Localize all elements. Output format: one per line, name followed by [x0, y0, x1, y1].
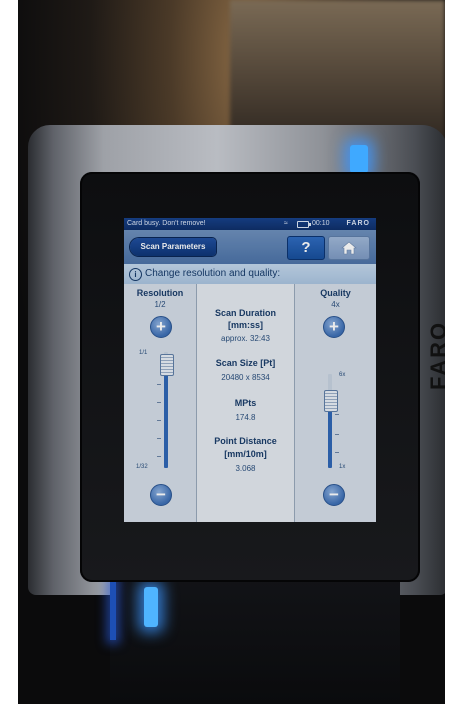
- scan-size-label: Scan Size [Pt]: [215, 358, 276, 368]
- home-icon: [341, 241, 357, 255]
- resolution-decrease-button[interactable]: −: [150, 484, 172, 506]
- status-led-bottom: [144, 587, 158, 627]
- quality-slider-thumb[interactable]: [324, 390, 338, 412]
- resolution-value: 1/2: [154, 300, 166, 309]
- resolution-title: Resolution: [136, 288, 184, 298]
- resolution-tick: [157, 420, 161, 421]
- quality-panel: Quality 4x + 6x 1x −: [295, 284, 376, 522]
- quality-value: 4x: [331, 300, 340, 309]
- quality-tick: [335, 434, 339, 435]
- point-distance-unit: [mm/10m]: [224, 449, 267, 459]
- quality-min-label: 1x: [339, 464, 346, 470]
- mpts-label: MPts: [234, 398, 257, 408]
- quality-increase-button[interactable]: +: [323, 316, 345, 338]
- status-time: 00:10: [312, 220, 330, 227]
- scan-info-panel: Scan Duration [mm:ss] approx. 32:43 Scan…: [197, 284, 295, 522]
- resolution-tick: [157, 402, 161, 403]
- status-bar: Card busy. Don't remove! ≈ 00:10 FARO: [124, 218, 376, 230]
- quality-decrease-button[interactable]: −: [323, 484, 345, 506]
- scan-duration-unit: [mm:ss]: [227, 320, 263, 330]
- info-icon: i: [129, 268, 142, 281]
- scan-duration-value: approx. 32:43: [221, 334, 270, 343]
- scan-duration-label: Scan Duration: [214, 308, 276, 318]
- resolution-increase-button[interactable]: +: [150, 316, 172, 338]
- status-led-top: [350, 145, 368, 173]
- point-distance-value: 3.068: [235, 464, 256, 473]
- info-text: Change resolution and quality:: [145, 268, 281, 279]
- photo-background: FARO Card busy. Don't remove! ≈ 00:10 FA…: [0, 0, 449, 704]
- resolution-tick: [157, 438, 161, 439]
- image-border-right: [445, 0, 449, 704]
- faro-logo-text: FARO: [426, 320, 449, 390]
- resolution-min-label: 1/32: [136, 464, 148, 470]
- point-distance-label: Point Distance: [214, 436, 277, 446]
- quality-title: Quality: [320, 288, 351, 298]
- scan-size-value: 20480 x 8534: [221, 373, 270, 382]
- resolution-slider-thumb[interactable]: [160, 354, 174, 376]
- resolution-max-label: 1/1: [139, 350, 148, 356]
- quality-max-label: 6x: [339, 372, 346, 378]
- quality-tick: [335, 414, 339, 415]
- scan-parameters-back-button[interactable]: Scan Parameters: [130, 238, 216, 256]
- status-message: Card busy. Don't remove!: [127, 220, 206, 227]
- quality-tick: [335, 452, 339, 453]
- wifi-icon: ≈: [284, 220, 288, 227]
- resolution-slider-track[interactable]: [164, 364, 168, 468]
- resolution-panel: Resolution 1/2 + 1/1 1/32 −: [124, 284, 197, 522]
- toolbar: Scan Parameters ?: [124, 230, 376, 264]
- touch-screen: Card busy. Don't remove! ≈ 00:10 FARO Sc…: [124, 218, 376, 522]
- battery-icon: [297, 221, 311, 228]
- help-button[interactable]: ?: [287, 236, 325, 260]
- image-border-left: [0, 0, 18, 704]
- info-bar: i Change resolution and quality:: [124, 264, 376, 284]
- brand-logo: FARO: [346, 220, 370, 227]
- home-button[interactable]: [328, 236, 370, 260]
- resolution-tick: [157, 384, 161, 385]
- resolution-tick: [157, 456, 161, 457]
- status-led-strip: [110, 580, 116, 640]
- mpts-value: 174.8: [235, 413, 256, 422]
